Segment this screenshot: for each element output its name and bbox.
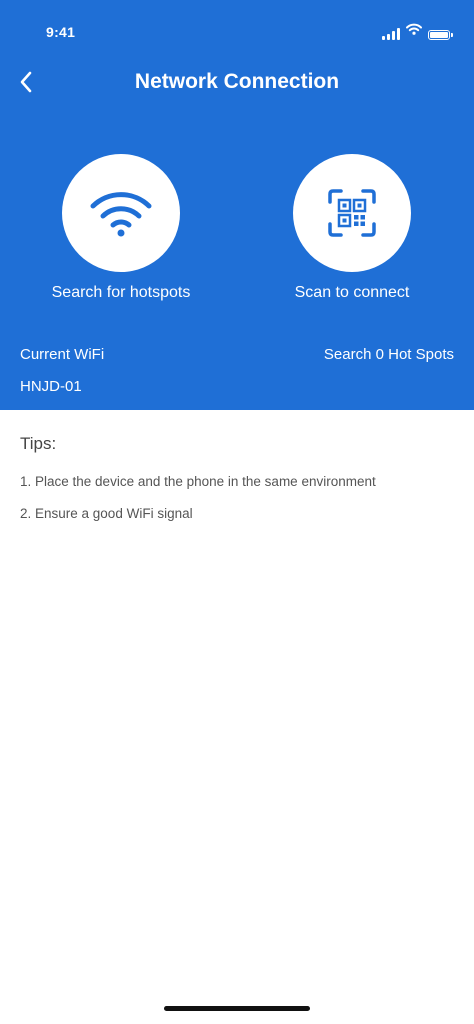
tips-section: Tips: 1. Place the device and the phone …	[20, 434, 460, 538]
header-panel: 9:41 Network Connection Search for hotsp…	[0, 0, 474, 410]
scan-to-connect-circle[interactable]	[293, 154, 411, 272]
network-connection-screen: 9:41 Network Connection Search for hotsp…	[0, 0, 474, 1024]
tip-item: 2. Ensure a good WiFi signal	[20, 506, 193, 521]
search-hotspots-button[interactable]: Search for hotspots	[21, 154, 221, 302]
scan-to-connect-button[interactable]: Scan to connect	[252, 154, 452, 302]
search-hotspots-count-link[interactable]: Search 0 Hot Spots	[324, 346, 454, 363]
status-bar: 9:41	[0, 0, 474, 60]
qr-scan-icon	[328, 189, 376, 237]
search-hotspots-circle[interactable]	[62, 154, 180, 272]
tips-title: Tips:	[20, 434, 57, 453]
scan-to-connect-label: Scan to connect	[294, 284, 410, 301]
search-hotspots-label: Search for hotspots	[51, 284, 191, 301]
status-time: 9:41	[46, 24, 76, 40]
page-title: Network Connection	[134, 70, 340, 93]
current-wifi-name: HNJD-01	[20, 378, 82, 395]
battery-icon	[428, 30, 453, 40]
home-indicator[interactable]	[164, 1006, 310, 1011]
current-wifi-label: Current WiFi	[20, 346, 105, 363]
wifi-icon	[90, 192, 152, 237]
tip-item: 1. Place the device and the phone in the…	[20, 474, 376, 489]
status-icons	[382, 22, 453, 40]
wifi-status-icon	[406, 22, 422, 40]
cellular-signal-icon	[382, 28, 400, 40]
nav-bar: Network Connection	[0, 60, 474, 104]
